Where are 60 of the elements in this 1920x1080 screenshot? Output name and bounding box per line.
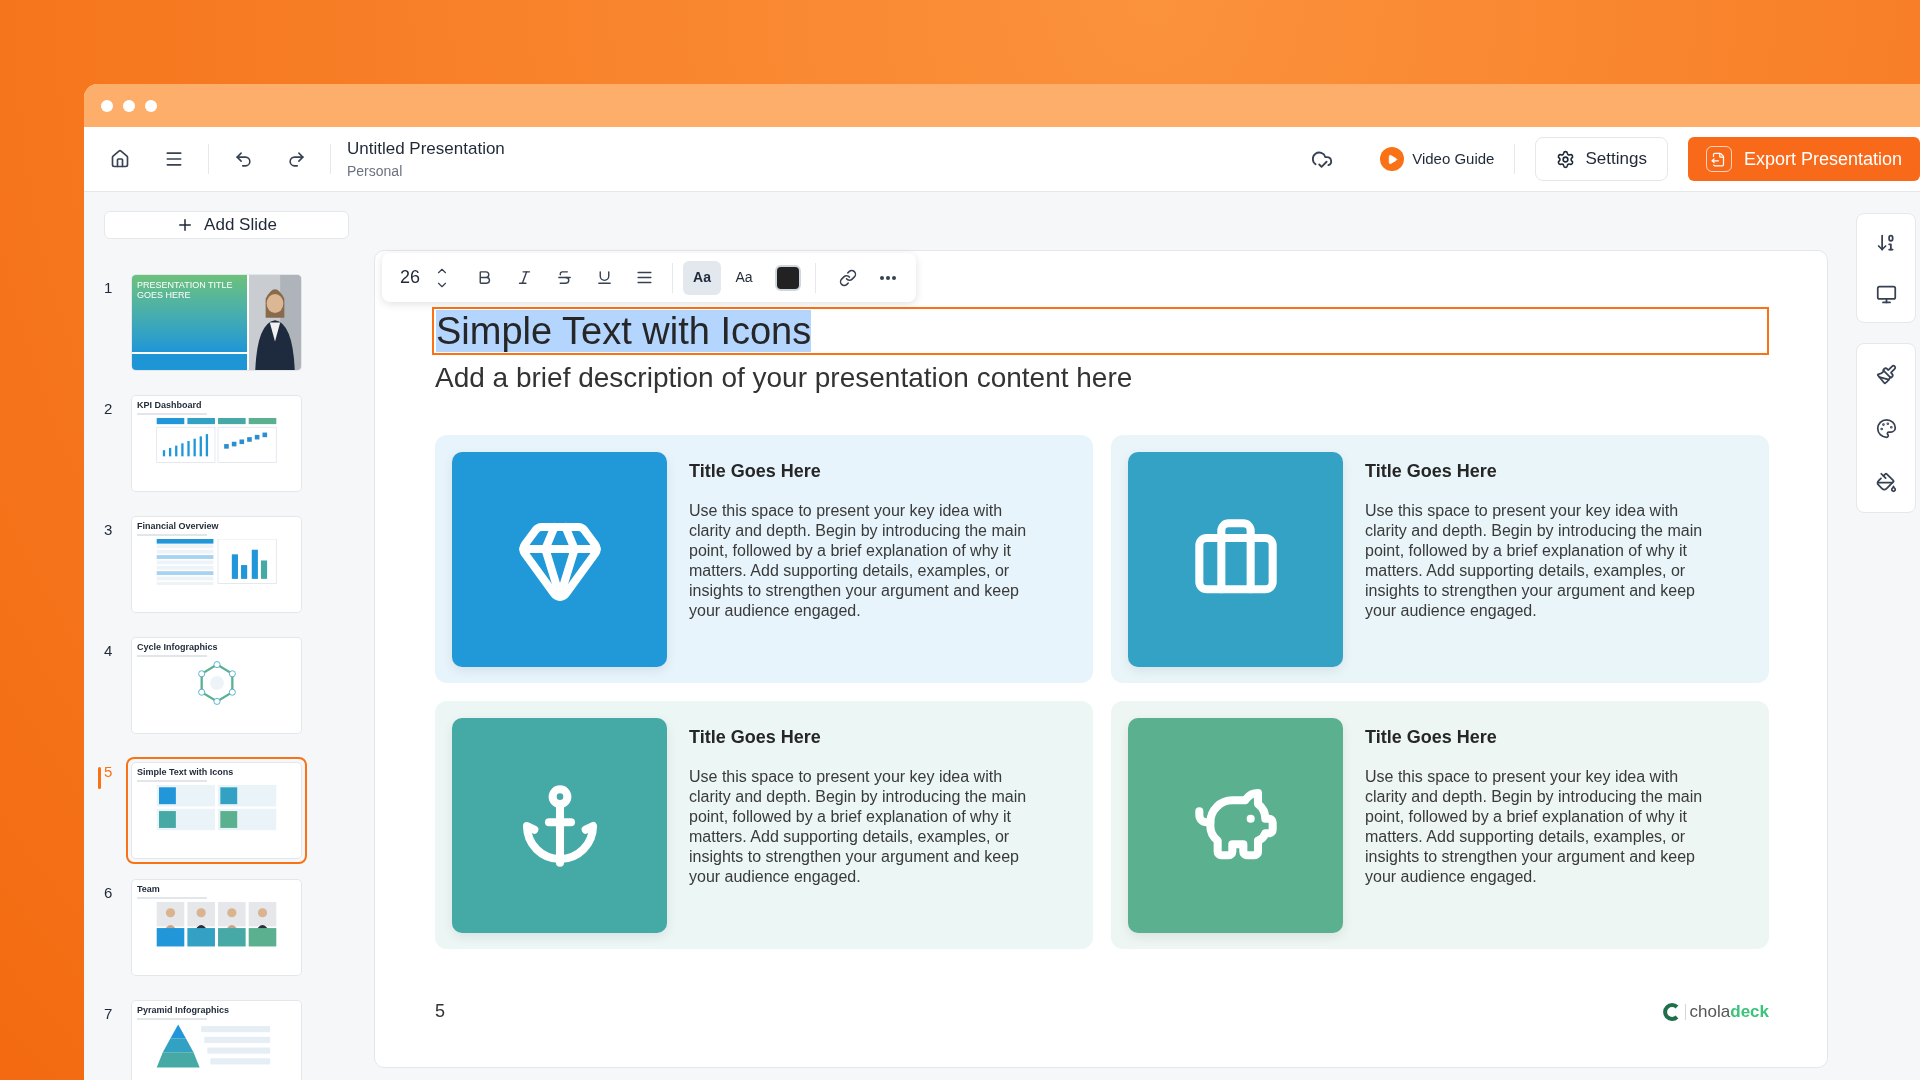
palette-icon: [1875, 417, 1897, 439]
card-body: Use this space to present your key idea with clarity and depth. Begin by introducing the main point, followed by a brief explanation of why it matters. Add supporting details, examples, or insights to strengthen your argument and keep your audience engaged.: [689, 501, 1028, 621]
presentation-title[interactable]: Untitled Presentation: [347, 135, 505, 162]
cycle-diagram-drawing: [196, 659, 237, 706]
logo-icon: [1662, 1002, 1681, 1021]
text-color-button[interactable]: [775, 264, 802, 291]
text-case-button[interactable]: Aa: [683, 260, 722, 295]
redo-icon: [286, 149, 306, 169]
home-icon: [110, 149, 130, 169]
export-icon: [1705, 146, 1732, 172]
thumbnail-title: Financial Overview: [137, 520, 220, 531]
menu-icon: [164, 149, 184, 169]
card-title: Title Goes Here: [689, 460, 822, 483]
settings-icon: [1556, 149, 1576, 169]
slide-number: 2: [103, 398, 114, 419]
align-justify-icon: [635, 269, 653, 286]
monitor-icon: [1875, 283, 1897, 305]
slide-thumbnail[interactable]: KPI Dashboard: [130, 393, 303, 493]
page-number: 5: [435, 1000, 445, 1023]
card-body: Use this space to present your key idea with clarity and depth. Begin by introducing the main point, followed by a brief explanation of why it matters. Add supporting details, examples, or insights to strengthen your argument and keep your audience engaged.: [689, 767, 1028, 887]
thumbnail-title: Cycle Infographics: [137, 641, 219, 652]
undo-icon: [233, 149, 253, 169]
text-case-button[interactable]: Aa: [725, 260, 764, 295]
slide-thumbnail[interactable]: Cycle Infographics: [130, 635, 303, 735]
link-icon: [839, 268, 858, 287]
slide-thumbnail[interactable]: Pyramid Infographics: [130, 998, 303, 1080]
slide-thumbnail[interactable]: Financial Overview: [130, 514, 303, 614]
slide-number: 7: [103, 1003, 114, 1024]
card-body: Use this space to present your key idea with clarity and depth. Begin by introducing the main point, followed by a brief explanation of why it matters. Add supporting details, examples, or insights to strengthen your argument and keep your audience engaged.: [1365, 501, 1704, 621]
logo-text: choladeck: [1689, 1000, 1769, 1023]
slide-number: 4: [103, 640, 114, 661]
more-icon: [880, 275, 897, 280]
card-body: Use this space to present your key idea with clarity and depth. Begin by introducing the main point, followed by a brief explanation of why it matters. Add supporting details, examples, or insights to strengthen your argument and keep your audience engaged.: [1365, 767, 1704, 887]
paint-bucket-icon: [1875, 471, 1897, 493]
font-size-value[interactable]: 26: [392, 264, 429, 291]
thumbnail-title: PRESENTATION TITLE GOES HERE: [137, 279, 234, 300]
slide-thumbnail[interactable]: Team: [130, 877, 303, 977]
strikethrough-icon: [555, 269, 573, 286]
thumbnail-title: Team: [137, 883, 161, 894]
thumbnail-title: KPI Dashboard: [137, 399, 203, 410]
card-title: Title Goes Here: [1365, 726, 1498, 749]
slide-number: 6: [103, 882, 114, 903]
slide-number: 3: [103, 519, 114, 540]
slide-title: Simple Text with Icons: [436, 310, 812, 352]
workspace-label: Personal: [347, 162, 404, 182]
thumbnail-title: Pyramid Infographics: [137, 1004, 231, 1015]
slide-number: 1: [103, 277, 114, 298]
play-icon: [1380, 147, 1405, 171]
brush-icon: [1875, 363, 1897, 385]
video-guide-button[interactable]: Video Guide: [1380, 147, 1495, 171]
slide-number: 5: [103, 761, 114, 782]
card-title: Title Goes Here: [1365, 460, 1498, 483]
underline-icon: [595, 269, 613, 286]
slide-description: Add a brief description of your presentation content here: [435, 361, 1134, 395]
title-text-box[interactable]: Simple Text with Icons: [432, 307, 1769, 355]
thumbnail-title: Simple Text with Icons: [137, 766, 235, 777]
add-slide-button[interactable]: Add Slide: [104, 211, 349, 239]
settings-button[interactable]: Settings: [1535, 137, 1668, 181]
slide-thumbnail[interactable]: Simple Text with Icons: [126, 756, 307, 864]
card-title: Title Goes Here: [689, 726, 822, 749]
